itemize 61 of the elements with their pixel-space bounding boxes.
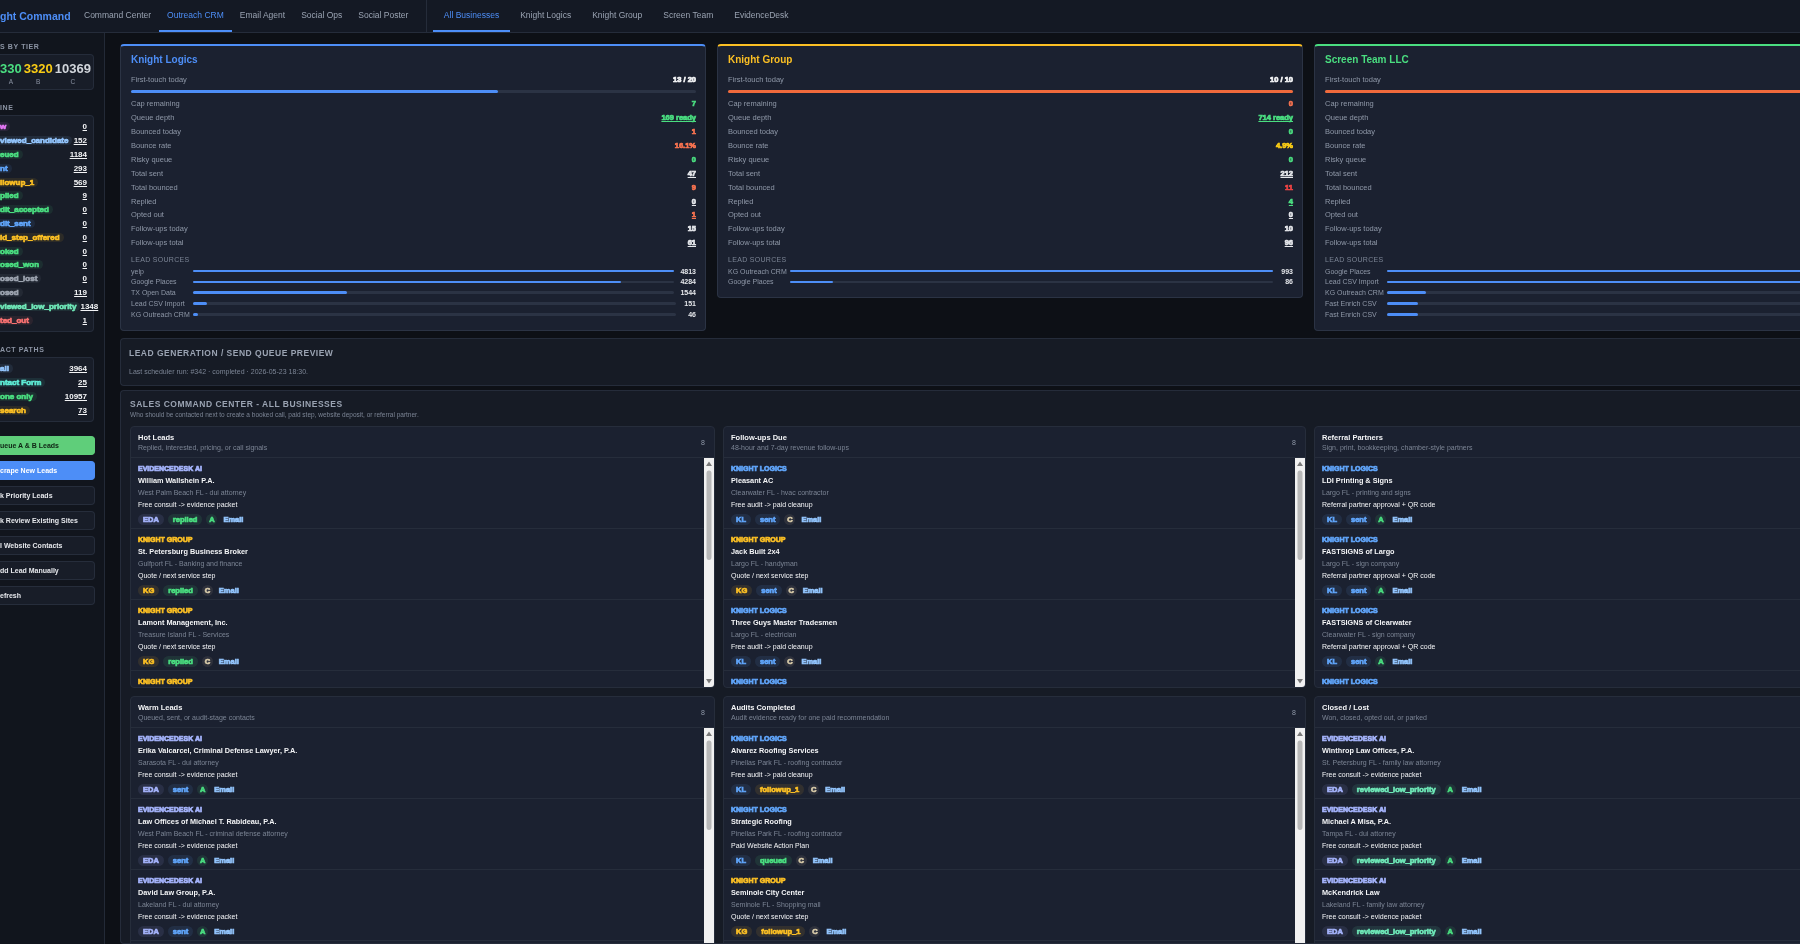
panel-title: LEAD GENERATION / SEND QUEUE PREVIEW [129, 347, 335, 358]
tier-count: 330 [0, 61, 22, 76]
business-title: Knight Group [728, 54, 794, 65]
contact-path-pill[interactable]: ntact Form [0, 378, 46, 388]
business-tab[interactable]: Knight Group [581, 0, 653, 32]
nav-tab[interactable]: Email Agent [231, 0, 294, 32]
count-link[interactable]: 0 [82, 260, 87, 270]
count-link[interactable]: 3964 [69, 364, 87, 374]
status-pill[interactable]: viewed_candidate [0, 136, 73, 146]
count-link[interactable]: 0 [82, 246, 87, 256]
app-title: ght Command [0, 10, 72, 22]
nav-tab[interactable]: Social Ops [293, 0, 351, 32]
business-tab[interactable]: EvidenceDesk [723, 0, 800, 32]
nav-tab[interactable]: Command Center [76, 0, 160, 32]
contact-path-pill[interactable]: one only [0, 391, 37, 401]
count-link[interactable]: 9 [82, 191, 87, 201]
status-pill[interactable]: dit_sent [0, 218, 35, 228]
status-pill[interactable]: ted_out [0, 315, 33, 325]
count-link[interactable]: 1 [82, 315, 87, 325]
scrollbar[interactable] [704, 457, 714, 687]
count-link[interactable]: 152 [73, 136, 87, 146]
count-link[interactable]: 10957 [64, 391, 87, 401]
count-link[interactable]: 1184 [69, 150, 87, 159]
status-pill[interactable]: oked [0, 246, 23, 256]
contact-path-pill[interactable]: ail [0, 364, 13, 374]
status-pill[interactable]: viewed_low_priority [0, 301, 81, 311]
business-tab[interactable]: Screen Team [652, 0, 724, 32]
business-tab[interactable]: Knight Logics [509, 0, 582, 32]
panel-title: SALES COMMAND CENTER - ALL BUSINESSES [130, 398, 344, 409]
count-link[interactable]: 0 [82, 232, 87, 242]
count-link[interactable]: 0 [82, 218, 87, 228]
count-link[interactable]: 119 [74, 287, 87, 297]
tier-count: 10369 [54, 61, 91, 76]
scrollbar[interactable] [1295, 727, 1305, 943]
count-link[interactable]: 25 [78, 378, 87, 388]
status-pill[interactable]: osed [0, 287, 23, 297]
status-pill[interactable]: osed_lost [0, 274, 42, 284]
status-pill[interactable]: dit_accepted [0, 205, 53, 215]
nav-tab[interactable]: Outreach CRM [159, 0, 232, 32]
status-pill[interactable]: plied [0, 191, 23, 201]
status-pill[interactable]: w [0, 122, 11, 132]
status-pill[interactable]: eued [0, 150, 23, 159]
scrollbar[interactable] [704, 727, 714, 943]
count-link[interactable]: 73 [78, 405, 87, 415]
business-tab[interactable]: All Businesses [433, 0, 510, 32]
status-pill[interactable]: id_step_offered [0, 232, 64, 242]
business-title: Screen Team LLC [1325, 54, 1410, 65]
nav-tab[interactable]: Social Poster [350, 0, 417, 32]
contact-path-pill[interactable]: search [0, 405, 30, 415]
count-link[interactable]: 0 [82, 274, 87, 284]
tier-count: 3320 [23, 61, 53, 76]
status-pill[interactable]: nt [0, 163, 12, 173]
count-link[interactable]: 0 [82, 122, 87, 132]
count-link[interactable]: 569 [73, 177, 87, 187]
status-pill[interactable]: osed_won [0, 260, 44, 270]
count-link[interactable]: 293 [73, 163, 87, 173]
count-link[interactable]: 0 [82, 205, 87, 215]
status-pill[interactable]: llowup_1 [0, 177, 39, 187]
count-link[interactable]: 1348 [80, 301, 99, 311]
scrollbar[interactable] [1295, 457, 1305, 687]
business-title: Knight Logics [131, 54, 199, 65]
